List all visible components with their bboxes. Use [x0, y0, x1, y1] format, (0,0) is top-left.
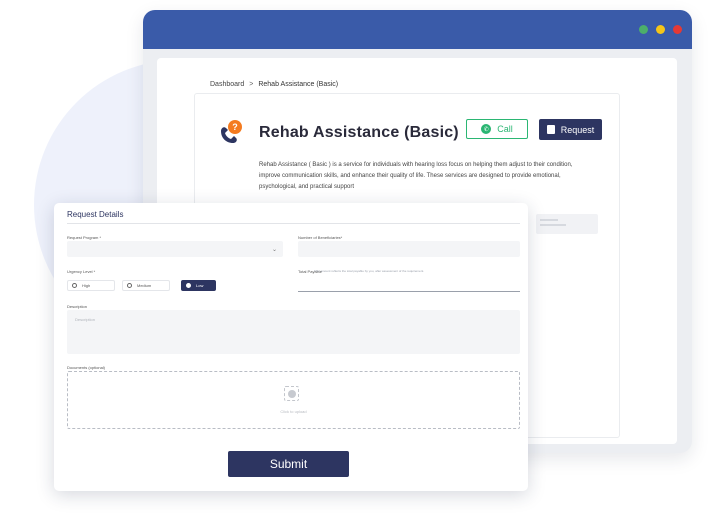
window-green-dot[interactable]	[639, 25, 648, 34]
placeholder-card	[536, 214, 598, 234]
total-payable-note: This amount reflects the total payable b…	[314, 269, 425, 273]
urgency-option-high[interactable]: High	[67, 280, 115, 291]
urgency-option-label: High	[82, 283, 91, 288]
call-button[interactable]: ✆ Call	[466, 119, 528, 139]
documents-label: Documents (optional)	[67, 365, 106, 370]
upload-icon	[284, 386, 299, 401]
radio-icon	[127, 283, 132, 288]
description-textarea[interactable]: Description	[67, 310, 520, 354]
request-program-select[interactable]: ⌄	[67, 241, 283, 257]
urgency-option-low[interactable]: Low	[181, 280, 216, 291]
document-upload-dropzone[interactable]: Click to upload	[67, 371, 520, 429]
service-title: Rehab Assistance (Basic)	[259, 124, 459, 141]
beneficiaries-label: Number of Beneficiaries*	[298, 235, 343, 240]
upload-text: Click to upload	[280, 409, 307, 414]
form-title: Request Details	[67, 210, 124, 219]
breadcrumb-home[interactable]: Dashboard	[210, 81, 244, 88]
radio-selected-icon	[186, 283, 191, 288]
svg-text:?: ?	[232, 122, 238, 132]
service-description: Rehab Assistance ( Basic ) is a service …	[259, 162, 573, 190]
window-yellow-dot[interactable]	[656, 25, 665, 34]
urgency-label: Urgency Level *	[67, 269, 96, 274]
description-placeholder: Description	[75, 317, 96, 322]
total-payable-field	[298, 291, 520, 292]
phone-icon: ✆	[481, 124, 492, 134]
document-icon	[546, 125, 555, 134]
radio-icon	[72, 283, 77, 288]
urgency-option-label: Medium	[137, 283, 152, 288]
browser-title-bar	[143, 10, 692, 49]
request-button-label: Request	[560, 124, 595, 135]
breadcrumb: Dashboard > Rehab Assistance (Basic)	[210, 81, 338, 88]
call-button-label: Call	[497, 124, 513, 134]
request-button[interactable]: Request	[539, 119, 602, 140]
breadcrumb-separator: >	[249, 81, 254, 88]
request-form-card: Request Details Request Program * ⌄ Numb…	[54, 203, 528, 491]
form-divider	[67, 223, 520, 224]
stage: Dashboard > Rehab Assistance (Basic) ? Reh…	[0, 0, 708, 515]
chevron-down-icon: ⌄	[271, 247, 277, 253]
beneficiaries-input[interactable]	[298, 241, 520, 257]
submit-button[interactable]: Submit	[228, 451, 349, 477]
submit-button-label: Submit	[269, 457, 308, 471]
window-red-dot[interactable]	[673, 25, 682, 34]
urgency-option-medium[interactable]: Medium	[122, 280, 170, 291]
description-label: Description	[67, 304, 88, 309]
hearing-assistance-icon: ?	[217, 119, 245, 147]
urgency-option-label: Low	[196, 283, 204, 288]
breadcrumb-current: Rehab Assistance (Basic)	[258, 81, 339, 88]
request-program-label: Request Program *	[67, 235, 102, 240]
